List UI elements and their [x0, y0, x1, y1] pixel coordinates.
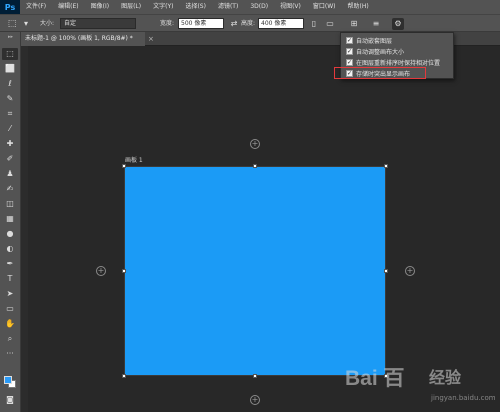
size-select[interactable]: 自定 — [60, 18, 136, 29]
checkbox-icon[interactable]: ✓ — [346, 36, 353, 44]
checkbox-icon[interactable]: ✓ — [346, 47, 353, 55]
gear-icon[interactable]: ⚙ — [392, 18, 404, 30]
add-artboard-left-icon[interactable]: + — [96, 266, 106, 276]
gradient-tool-icon[interactable]: ▦ — [2, 213, 18, 225]
resize-handle[interactable] — [253, 374, 257, 378]
menu-view[interactable]: 视图(V) — [274, 0, 307, 14]
marquee-tool-icon[interactable]: ⬜ — [2, 63, 18, 75]
menu-file[interactable]: 文件(F) — [20, 0, 52, 14]
menu-3d[interactable]: 3D(D) — [244, 0, 274, 14]
eraser-tool-icon[interactable]: ◫ — [2, 198, 18, 210]
menu-filter[interactable]: 滤镜(T) — [212, 0, 244, 14]
add-artboard-right-icon[interactable]: + — [405, 266, 415, 276]
dodge-tool-icon[interactable]: ◐ — [2, 243, 18, 255]
quick-mask-icon[interactable]: ◙ — [2, 394, 18, 406]
watermark-logo: Bai 百 — [345, 367, 405, 390]
brush-tool-icon[interactable]: ✐ — [2, 153, 18, 165]
history-brush-tool-icon[interactable]: ✍ — [2, 183, 18, 195]
baidu-jingyan-watermark: Bai 百 经验 jingyan.baidu.com — [345, 360, 496, 408]
option-label: 自动嵌套图层 — [356, 37, 393, 45]
menu-edit[interactable]: 编辑(E) — [52, 0, 84, 14]
quick-select-tool-icon[interactable]: ✎ — [2, 93, 18, 105]
healing-brush-tool-icon[interactable]: ✚ — [2, 138, 18, 150]
pen-tool-icon[interactable]: ✒ — [2, 258, 18, 270]
size-label: 大小: — [40, 20, 55, 27]
close-tab-icon[interactable]: × — [148, 32, 154, 46]
width-label: 宽度: — [160, 20, 175, 27]
document-tab[interactable]: 未标题-1 @ 100% (画板 1, RGB/8#) * — [21, 32, 145, 46]
blur-tool-icon[interactable]: ● — [2, 228, 18, 240]
artboard-label[interactable]: 画板 1 — [125, 155, 143, 164]
menu-window[interactable]: 窗口(W) — [307, 0, 342, 14]
more-tools-icon[interactable]: ··· — [2, 348, 18, 360]
watermark-brand: 经验 — [429, 368, 462, 387]
add-artboard-bottom-icon[interactable]: + — [250, 395, 260, 405]
menu-layer[interactable]: 图层(L) — [115, 0, 147, 14]
portrait-orientation-icon[interactable]: ▯ — [308, 18, 320, 30]
hand-tool-icon[interactable]: ✋ — [2, 318, 18, 330]
resize-handle[interactable] — [384, 269, 388, 273]
type-tool-icon[interactable]: T — [2, 273, 18, 285]
annotation-highlight-box — [334, 67, 426, 79]
toolbar-grip-icon[interactable]: ▸▸ — [3, 34, 18, 40]
resize-handle[interactable] — [122, 374, 126, 378]
landscape-orientation-icon[interactable]: ▭ — [324, 18, 336, 30]
align-icon[interactable]: ≡ — [370, 18, 382, 30]
menu-type[interactable]: 文字(Y) — [147, 0, 179, 14]
artboard-tool-icon[interactable]: ⬚ — [6, 18, 18, 30]
menu-option-keep-position[interactable]: ✓ 在图层重新排序时保持相对位置 — [346, 57, 440, 67]
option-label: 自动调整画布大小 — [356, 48, 405, 56]
menu-bar: Ps 文件(F) 编辑(E) 图像(I) 图层(L) 文字(Y) 选择(S) 滤… — [0, 0, 500, 14]
artboard[interactable] — [124, 166, 386, 376]
menu-option-auto-size[interactable]: ✓ 自动调整画布大小 — [346, 46, 404, 56]
tool-preset-chevron-icon[interactable]: ▾ — [20, 18, 32, 30]
menu-list: 文件(F) 编辑(E) 图像(I) 图层(L) 文字(Y) 选择(S) 滤镜(T… — [20, 0, 375, 14]
lasso-tool-icon[interactable]: ℓ — [2, 78, 18, 90]
add-artboard-icon[interactable]: ⊞ — [348, 18, 360, 30]
menu-help[interactable]: 帮助(H) — [342, 0, 375, 14]
width-field[interactable]: 500 像素 — [178, 18, 224, 29]
option-label: 在图层重新排序时保持相对位置 — [356, 59, 441, 67]
resize-handle[interactable] — [122, 269, 126, 273]
photoshop-logo: Ps — [0, 0, 20, 14]
crop-tool-icon[interactable]: ⌗ — [2, 108, 18, 120]
tools-panel: ▸▸ ⬚ ⬜ ℓ ✎ ⌗ ⁄ ✚ ✐ ♟ ✍ ◫ ▦ ● ◐ ✒ T ➤ ▭ ✋… — [0, 32, 21, 412]
zoom-tool-icon[interactable]: ⌕ — [2, 333, 18, 345]
swap-dimensions-icon[interactable]: ⇄ — [228, 18, 240, 30]
options-bar: ⬚ ▾ 大小: 自定 宽度: 500 像素 ⇄ 高度: 400 像素 ▯ ▭ ⊞… — [0, 14, 500, 32]
checkbox-icon[interactable]: ✓ — [346, 58, 353, 66]
resize-handle[interactable] — [253, 164, 257, 168]
canvas-left-edge — [21, 46, 28, 412]
watermark-url: jingyan.baidu.com — [431, 394, 496, 402]
menu-image[interactable]: 图像(I) — [85, 0, 115, 14]
resize-handle[interactable] — [122, 164, 126, 168]
rectangle-tool-icon[interactable]: ▭ — [2, 303, 18, 315]
resize-handle[interactable] — [384, 164, 388, 168]
path-selection-tool-icon[interactable]: ➤ — [2, 288, 18, 300]
height-label: 高度: — [241, 20, 256, 27]
foreground-color-swatch[interactable] — [4, 376, 12, 384]
clone-stamp-tool-icon[interactable]: ♟ — [2, 168, 18, 180]
menu-select[interactable]: 选择(S) — [179, 0, 212, 14]
height-field[interactable]: 400 像素 — [258, 18, 304, 29]
artboard-tool-icon[interactable]: ⬚ — [2, 48, 18, 60]
eyedropper-tool-icon[interactable]: ⁄ — [2, 123, 18, 135]
menu-option-auto-nest[interactable]: ✓ 自动嵌套图层 — [346, 35, 392, 45]
add-artboard-top-icon[interactable]: + — [250, 139, 260, 149]
